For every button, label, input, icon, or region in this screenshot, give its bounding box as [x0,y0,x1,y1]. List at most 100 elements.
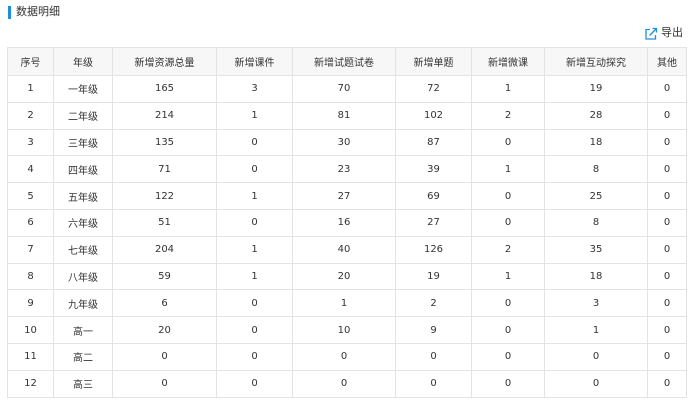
column-header: 新增资源总量 [112,47,217,76]
export-button[interactable]: 导出 [644,26,683,40]
table-cell: 27 [395,208,472,237]
table-cell: 9 [7,289,54,318]
table-cell: 10 [292,316,396,344]
table-row: 5 五年级 122 1 27 69 0 25 0 [7,182,687,210]
table-cell: 0 [471,128,545,157]
table-cell: 三年级 [53,128,113,157]
table-cell: 70 [292,75,396,103]
table-cell: 69 [395,182,472,210]
table-cell: 八年级 [53,262,113,291]
table-cell: 8 [7,262,54,291]
table-cell: 高三 [53,369,113,398]
table-cell: 二年级 [53,101,113,130]
table-cell: 12 [7,369,54,398]
table-cell: 71 [112,155,217,184]
table-header-row: 序号 年级 新增资源总量 新增课件 新增试题试卷 新增单题 新增微课 新增互动探… [7,47,687,76]
table-cell: 7 [7,235,54,264]
table-cell: 3 [216,75,293,103]
export-icon [644,26,658,40]
table-cell: 102 [395,101,472,130]
table-row: 10 高一 20 0 10 9 0 1 0 [7,316,687,344]
table-cell: 0 [471,289,545,318]
table-row: 2 二年级 214 1 81 102 2 28 0 [7,101,687,130]
table-row: 11 高二 0 0 0 0 0 0 0 [7,342,687,371]
table-row: 9 九年级 6 0 1 2 0 3 0 [7,289,687,318]
table-row: 3 三年级 135 0 30 87 0 18 0 [7,128,687,157]
table-body: 1 一年级 165 3 70 72 1 19 0 2 二年级 214 1 81 102 2 28 0 3 三年级 135… [7,75,687,398]
table-cell: 高二 [53,342,113,371]
section-title: 数据明细 [16,5,60,18]
table-cell: 122 [112,182,217,210]
table-cell: 0 [395,342,472,371]
table-cell: 19 [544,75,648,103]
column-header: 其他 [647,47,687,76]
table-cell: 一年级 [53,75,113,103]
table-cell: 214 [112,101,217,130]
table-cell: 0 [647,182,687,210]
table-cell: 0 [216,316,293,344]
table-row: 12 高三 0 0 0 0 0 0 0 [7,369,687,398]
table-cell: 6 [112,289,217,318]
table-cell: 8 [544,208,648,237]
section-accent-bar [8,5,11,19]
table-cell: 0 [544,369,648,398]
table-cell: 0 [647,208,687,237]
table-cell: 28 [544,101,648,130]
table-cell: 0 [216,342,293,371]
table-cell: 0 [647,75,687,103]
table-cell: 六年级 [53,208,113,237]
table-cell: 135 [112,128,217,157]
column-header: 新增互动探究 [544,47,648,76]
table-cell: 59 [112,262,217,291]
table-cell: 18 [544,128,648,157]
table-cell: 51 [112,208,217,237]
table-cell: 0 [216,155,293,184]
table-cell: 0 [647,289,687,318]
table-cell: 0 [647,128,687,157]
table-cell: 1 [471,155,545,184]
table-cell: 16 [292,208,396,237]
table-cell: 3 [7,128,54,157]
table-cell: 0 [647,369,687,398]
table-cell: 6 [7,208,54,237]
column-header: 新增微课 [471,47,545,76]
table-cell: 3 [544,289,648,318]
table-cell: 0 [471,182,545,210]
table-cell: 5 [7,182,54,210]
table-cell: 81 [292,101,396,130]
column-header: 新增课件 [216,47,293,76]
table-cell: 20 [292,262,396,291]
data-table: 序号 年级 新增资源总量 新增课件 新增试题试卷 新增单题 新增微课 新增互动探… [7,47,687,398]
table-cell: 0 [112,369,217,398]
table-cell: 72 [395,75,472,103]
table-cell: 0 [112,342,217,371]
table-cell: 2 [471,235,545,264]
table-cell: 0 [471,316,545,344]
table-cell: 1 [216,262,293,291]
table-cell: 165 [112,75,217,103]
table-cell: 高一 [53,316,113,344]
table-cell: 0 [292,342,396,371]
table-cell: 0 [216,369,293,398]
table-cell: 1 [7,75,54,103]
table-cell: 四年级 [53,155,113,184]
table-cell: 2 [7,101,54,130]
export-label: 导出 [661,26,683,39]
table-cell: 1 [216,101,293,130]
column-header: 年级 [53,47,113,76]
table-cell: 0 [471,369,545,398]
table-cell: 0 [471,208,545,237]
table-cell: 0 [647,235,687,264]
table-cell: 0 [647,155,687,184]
table-row: 8 八年级 59 1 20 19 1 18 0 [7,262,687,291]
table-cell: 23 [292,155,396,184]
table-cell: 30 [292,128,396,157]
table-row: 7 七年级 204 1 40 126 2 35 0 [7,235,687,264]
table-cell: 9 [395,316,472,344]
table-cell: 七年级 [53,235,113,264]
table-cell: 0 [647,342,687,371]
table-cell: 8 [544,155,648,184]
table-cell: 1 [292,289,396,318]
table-cell: 0 [216,208,293,237]
table-cell: 39 [395,155,472,184]
